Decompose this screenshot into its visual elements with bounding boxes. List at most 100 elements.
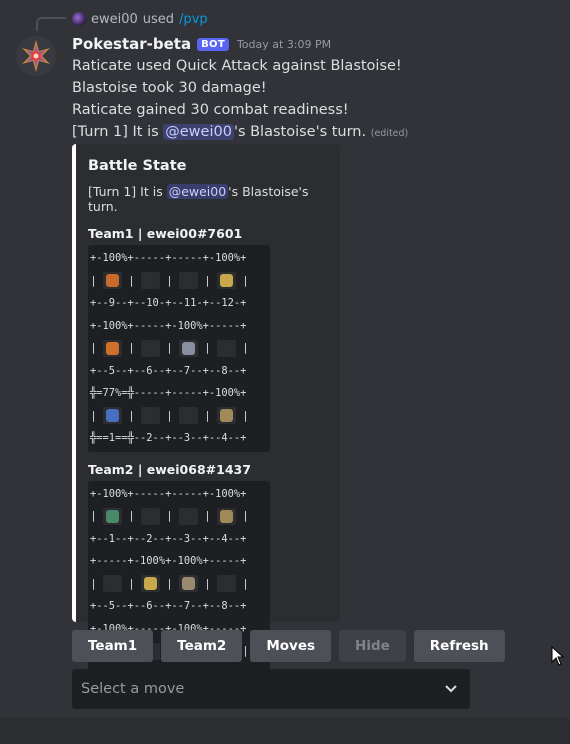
team1-grid-cell-row: | | | | | xyxy=(88,337,270,360)
grid-divider: | xyxy=(204,577,211,590)
team2-grid-text-row: +-100%+-----+-----+-100%+ xyxy=(90,487,247,500)
bot-username[interactable]: Pokestar-beta xyxy=(72,35,191,53)
team1-grid-cell-row: | | | | | xyxy=(88,405,270,428)
grid-divider: | xyxy=(128,342,135,354)
team1-grid-text-row: ╬=77%=╬-----+-----+-100%+ xyxy=(90,387,247,399)
grid-cells: | | | | | xyxy=(90,505,249,528)
team2-name: Team2 | ewei068#1437 xyxy=(88,461,251,477)
embed-title: Battle State xyxy=(88,158,187,174)
grid-divider: | xyxy=(166,342,173,354)
team1-grid-text-row: +-100%+-----+-100%+-----+ xyxy=(90,319,247,332)
reply-command[interactable]: /pvp xyxy=(179,12,208,27)
starmie-icon xyxy=(22,40,50,72)
team1-name: Team1 | ewei00#7601 xyxy=(88,226,243,241)
grid-divider: | xyxy=(166,409,173,422)
pokemon-sprite-icon xyxy=(220,409,233,423)
refresh-button[interactable]: Refresh xyxy=(413,630,505,662)
team2-button[interactable]: Team2 xyxy=(161,630,243,662)
message-content: Raticate used Quick Attack against Blast… xyxy=(72,55,542,145)
turn-prefix: [Turn 1] It is xyxy=(72,124,164,140)
team2-grid-text-row: +--1--+--2--+--3--+--4--+ xyxy=(90,532,247,545)
grid-cell xyxy=(179,272,198,290)
grid-divider: | xyxy=(242,342,249,354)
grid-cell xyxy=(141,272,160,290)
team1-grid-text-row: +--5--+--6--+--7--+--8--+ xyxy=(90,364,247,377)
grid-cells: | | | | | xyxy=(90,573,249,596)
move-select-placeholder: Select a move xyxy=(81,681,185,697)
grid-divider: | xyxy=(90,510,97,522)
grid-divider: | xyxy=(90,577,97,590)
grid-divider: | xyxy=(166,510,173,522)
grid-divider: | xyxy=(90,409,97,422)
message-timestamp[interactable]: Today at 3:09 PM xyxy=(237,38,331,51)
grid-divider: | xyxy=(204,274,211,287)
bottom-bar xyxy=(0,718,570,744)
bot-avatar[interactable] xyxy=(16,36,56,76)
pokemon-sprite-icon xyxy=(106,341,119,355)
grid-cells: | | | | | xyxy=(90,270,249,293)
reply-header[interactable]: ewei00 used /pvp xyxy=(72,10,208,28)
grid-cell xyxy=(103,272,122,290)
grid-cell xyxy=(179,507,198,525)
message-header: Pokestar-beta BOT Today at 3:09 PM xyxy=(72,33,331,55)
grid-divider: | xyxy=(90,274,97,287)
grid-cell xyxy=(179,575,198,593)
grid-cell xyxy=(141,339,160,357)
grid-divider: | xyxy=(242,577,249,590)
grid-cell xyxy=(103,507,122,525)
grid-divider: | xyxy=(166,274,173,287)
pokemon-sprite-icon xyxy=(182,341,195,355)
grid-divider: | xyxy=(128,409,135,422)
embed-desc-prefix: [Turn 1] It is xyxy=(88,184,167,199)
message-line: Raticate used Quick Attack against Blast… xyxy=(72,58,402,74)
grid-cell xyxy=(179,407,198,425)
grid-cell xyxy=(217,339,236,357)
grid-divider: | xyxy=(204,342,211,354)
team2-grid-cell-row: | | | | | xyxy=(88,573,270,596)
message-line: Raticate gained 30 combat readiness! xyxy=(72,102,349,118)
grid-cell xyxy=(141,575,160,593)
grid-divider: | xyxy=(166,577,173,590)
grid-cell xyxy=(217,407,236,425)
grid-divider: | xyxy=(242,274,249,287)
action-buttons: Team1 Team2 Moves Hide Refresh xyxy=(72,630,505,662)
pokemon-sprite-icon xyxy=(182,577,195,591)
embed-user-mention[interactable]: @ewei00 xyxy=(166,184,229,199)
grid-cell xyxy=(141,407,160,425)
bot-badge: BOT xyxy=(197,37,229,51)
grid-divider: | xyxy=(204,510,211,522)
user-mention[interactable]: @ewei00 xyxy=(163,124,234,140)
team1-grid-text-row: ╬==1==╬--2--+--3--+--4--+ xyxy=(90,432,247,444)
team2-grid-text-row: +-----+-100%+-100%+-----+ xyxy=(90,555,247,567)
mouse-cursor-icon xyxy=(551,646,565,666)
embed-description: [Turn 1] It is @ewei00's Blastoise's tur… xyxy=(88,184,328,214)
move-select[interactable]: Select a move xyxy=(72,669,470,709)
grid-cell xyxy=(103,575,122,593)
reply-user-avatar[interactable] xyxy=(72,12,86,26)
hide-button: Hide xyxy=(339,630,406,662)
moves-button[interactable]: Moves xyxy=(250,630,332,662)
grid-cell xyxy=(217,272,236,290)
pokemon-sprite-icon xyxy=(106,274,119,288)
grid-cell xyxy=(103,407,122,425)
grid-cell xyxy=(103,339,122,357)
pokemon-sprite-icon xyxy=(220,509,233,523)
grid-divider: | xyxy=(128,577,135,590)
grid-cell xyxy=(217,507,236,525)
team1-grid-text-row: +--9--+--10-+--11-+--12-+ xyxy=(90,297,247,309)
grid-cell xyxy=(141,507,160,525)
grid-cells: | | | | | xyxy=(90,337,249,360)
grid-divider: | xyxy=(204,409,211,422)
reply-username[interactable]: ewei00 xyxy=(91,12,138,27)
grid-cell xyxy=(217,575,236,593)
pokemon-sprite-icon xyxy=(106,509,119,523)
team1-button[interactable]: Team1 xyxy=(72,630,154,662)
battle-state-embed: Battle State [Turn 1] It is @ewei00's Bl… xyxy=(72,144,340,687)
team1-grid: +-100%+-----+-----+-100%+ | | | | | +--9--+--1… xyxy=(88,245,270,452)
grid-divider: | xyxy=(128,274,135,287)
message-turn-line: [Turn 1] It is @ewei00's Blastoise's tur… xyxy=(72,121,542,145)
edited-label: (edited) xyxy=(370,128,409,139)
grid-divider: | xyxy=(242,409,249,422)
team2-grid-text-row: +--5--+--6--+--7--+--8--+ xyxy=(90,600,247,612)
turn-suffix: 's Blastoise's turn. xyxy=(233,124,367,140)
